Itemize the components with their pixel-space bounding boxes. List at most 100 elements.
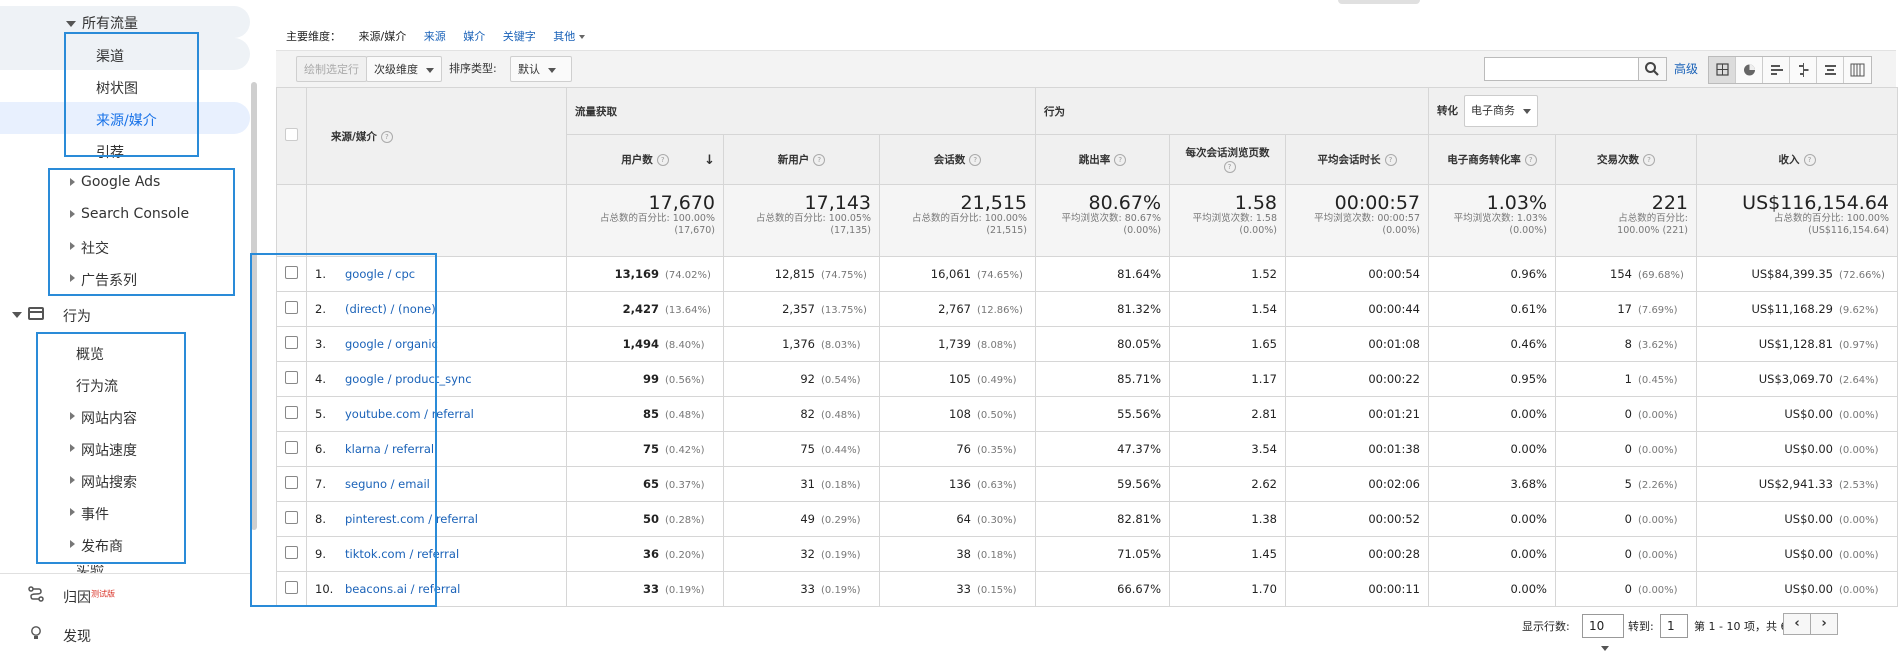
totals-line2: (0.00%)	[1382, 225, 1420, 236]
sort-type-dropdown[interactable]: 默认	[510, 56, 572, 82]
advanced-filter-link[interactable]: 高级	[1674, 56, 1698, 82]
totals-value: 221	[1651, 192, 1688, 214]
secondary-dimension-dropdown[interactable]: 次级维度	[366, 56, 442, 82]
top-handle[interactable]	[1338, 0, 1420, 4]
group-behavior: 行为	[1035, 87, 1429, 135]
help-icon[interactable]: ?	[969, 154, 982, 166]
pie-view-icon[interactable]	[1736, 57, 1763, 83]
header-source-medium[interactable]: 来源/媒介?	[306, 87, 567, 185]
sidebar-item-attribution[interactable]: 归因测试版	[63, 587, 115, 607]
totals-cell: 21,515 占总数的百分比: 100.00% (21,515)	[879, 184, 1036, 257]
metric-cell: 99 (0.56%)	[566, 361, 724, 397]
table-row[interactable]: 9. tiktok.com / referral 36 (0.20%) 32 (0.19%…	[276, 536, 1898, 572]
table-row[interactable]: 7. seguno / email 65 (0.37%) 31 (0.18%) 136 (0.…	[276, 466, 1898, 502]
table-row[interactable]: 5. youtube.com / referral 85 (0.48%) 82 (0.48…	[276, 396, 1898, 432]
dimension-link-medium[interactable]: 媒介	[463, 30, 485, 43]
header-sessions[interactable]: 会话数?	[879, 134, 1036, 185]
table-search-input[interactable]	[1484, 57, 1639, 81]
pivot-view-icon[interactable]	[1844, 57, 1871, 83]
header-bounce-rate[interactable]: 跳出率?	[1035, 134, 1170, 185]
term-cloud-view-icon[interactable]	[1817, 57, 1844, 83]
highlight-box-source-column	[250, 253, 437, 607]
help-icon[interactable]: ?	[380, 130, 393, 143]
help-icon[interactable]: ?	[1524, 154, 1537, 166]
table-row[interactable]: 3. google / organic 1,494 (8.40%) 1,376 (8.03…	[276, 326, 1898, 362]
select-all-checkbox[interactable]	[285, 128, 298, 141]
help-icon[interactable]: ?	[1384, 154, 1397, 166]
table-row[interactable]: 8. pinterest.com / referral 50 (0.28%) 49 (0.…	[276, 501, 1898, 537]
chevron-right-icon: ›	[1821, 616, 1827, 631]
sidebar-item-discover[interactable]: 发现	[63, 626, 91, 646]
metric-value: 0	[1624, 442, 1632, 456]
metric-cell: 1.70	[1169, 571, 1286, 607]
help-icon[interactable]: ?	[1223, 160, 1236, 173]
metric-cell: 16,061 (74.65%)	[879, 256, 1036, 292]
metric-value: 82	[800, 407, 815, 421]
table-row[interactable]: 6. klarna / referral 75 (0.42%) 75 (0.44%) 76(…	[276, 431, 1898, 467]
metric-value: 49	[800, 512, 815, 526]
dimension-link-other[interactable]: 其他	[553, 30, 585, 43]
header-new-users[interactable]: 新用户?	[723, 134, 880, 185]
totals-line1: 占总数的百分比: 100.05%	[756, 213, 871, 224]
sidebar-item-all-traffic[interactable]: 所有流量	[66, 13, 138, 33]
header-revenue[interactable]: 收入?	[1696, 134, 1898, 185]
primary-dimension-label: 主要维度：	[286, 30, 341, 43]
metric-cell: 136 (0.63%)	[879, 466, 1036, 502]
secondary-dimension-label: 次级维度	[374, 63, 418, 76]
metric-value: 80.05%	[1117, 337, 1161, 351]
table-row[interactable]: 2. (direct) / (none) 2,427 (13.64%) 2,357 (13…	[276, 291, 1898, 327]
header-avg-session-duration[interactable]: 平均会话时长?	[1285, 134, 1429, 185]
help-icon[interactable]: ?	[656, 154, 669, 166]
metric-percent: (0.00%)	[1839, 585, 1879, 596]
metric-value: 71.05%	[1117, 547, 1161, 561]
table-row[interactable]: 10. beacons.ai / referral 33 (0.19%) 33 (0.19…	[276, 571, 1898, 607]
metric-value: 81.32%	[1117, 302, 1161, 316]
metric-cell: 12,815 (74.75%)	[723, 256, 880, 292]
header-transactions[interactable]: 交易次数?	[1555, 134, 1697, 185]
conversion-type-dropdown[interactable]: 电子商务	[1464, 95, 1538, 127]
data-table: 来源/媒介? 流量获取 行为 转化 电子商务 用户数? ↓ 新用户? 会话数? 跳出…	[276, 87, 1898, 607]
help-icon[interactable]: ?	[813, 154, 826, 166]
metric-cell: 00:01:08	[1285, 326, 1429, 362]
help-icon[interactable]: ?	[1803, 154, 1816, 166]
table-view-icon[interactable]	[1709, 57, 1736, 83]
header-users[interactable]: 用户数? ↓	[566, 134, 724, 185]
dimension-link-source[interactable]: 来源	[424, 30, 446, 43]
metric-value: 59.56%	[1117, 477, 1161, 491]
metric-cell: 47.37%	[1035, 431, 1170, 467]
metric-percent: (7.69%)	[1638, 305, 1678, 316]
comparison-view-icon[interactable]	[1790, 57, 1817, 83]
help-icon[interactable]: ?	[1114, 154, 1127, 166]
metric-value: 75	[642, 442, 659, 456]
metric-percent: (0.29%)	[821, 515, 861, 526]
totals-value: 17,670	[648, 192, 715, 214]
table-row[interactable]: 1. google / cpc 13,169 (74.02%) 12,815 (74.75…	[276, 256, 1898, 292]
metric-cell: 33 (0.19%)	[723, 571, 880, 607]
metric-value: 2,427	[622, 302, 659, 316]
header-ecommerce-conversion-rate[interactable]: 电子商务转化率?	[1428, 134, 1556, 185]
totals-line1: 占总数的百分比: 100.00%	[912, 213, 1027, 224]
totals-cell: 80.67% 平均浏览次数: 80.67% (0.00%)	[1035, 184, 1170, 257]
next-page-button[interactable]: ›	[1810, 613, 1838, 635]
sidebar-item-behavior[interactable]: 行为	[63, 306, 91, 326]
header-pages-per-session[interactable]: 每次会话浏览页数?	[1169, 134, 1286, 185]
metric-value: 00:01:21	[1368, 407, 1420, 421]
search-icon	[1645, 62, 1659, 76]
metric-cell: 76 (0.35%)	[879, 431, 1036, 467]
search-button[interactable]	[1639, 57, 1667, 81]
prev-page-button[interactable]: ‹	[1783, 613, 1811, 635]
metric-cell: 2,767 (12.86%)	[879, 291, 1036, 327]
behavior-icon	[28, 307, 44, 320]
plot-rows-button[interactable]: 绘制选定行	[296, 56, 367, 82]
help-icon[interactable]: ?	[1643, 154, 1655, 166]
dimension-link-keyword[interactable]: 关键字	[503, 30, 536, 43]
sidebar-item-experiments[interactable]: 实验	[76, 565, 104, 573]
group-acquisition: 流量获取	[566, 87, 1036, 135]
bar-view-icon[interactable]	[1763, 57, 1790, 83]
table-row[interactable]: 4. google / product_sync 99 (0.56%) 92 (0.54%…	[276, 361, 1898, 397]
goto-page-input[interactable]: 1	[1660, 614, 1688, 638]
rows-per-page-select[interactable]: 10	[1582, 614, 1624, 651]
metric-value: 1.38	[1251, 512, 1277, 526]
beta-badge: 测试版	[91, 589, 115, 599]
metric-percent: (0.49%)	[977, 375, 1017, 386]
